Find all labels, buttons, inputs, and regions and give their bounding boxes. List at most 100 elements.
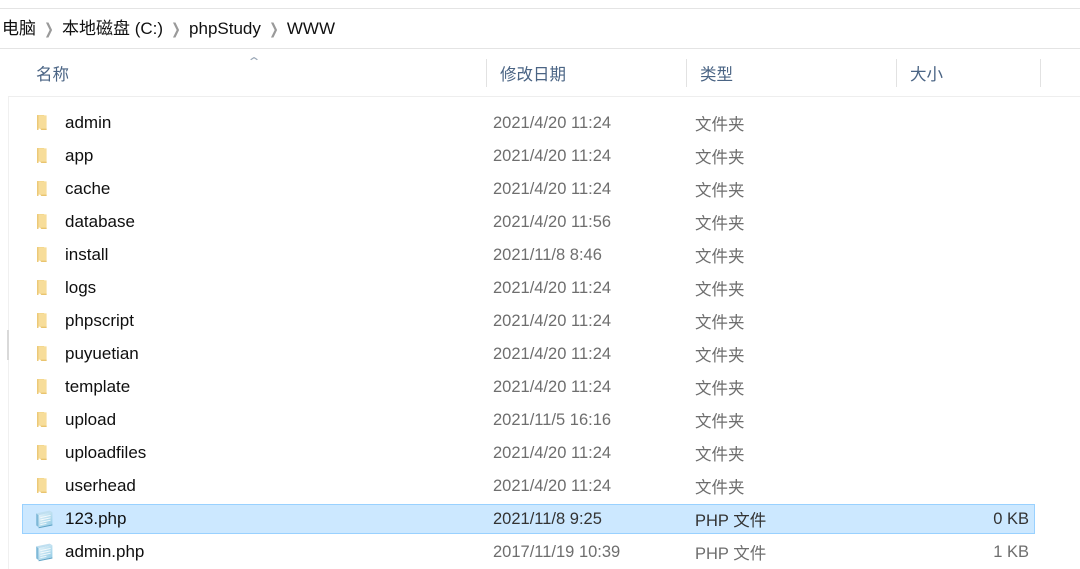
file-name-cell[interactable]: puyuetian [23, 340, 139, 368]
file-size-cell: 0 KB [993, 509, 1029, 528]
file-name-cell[interactable]: uploadfiles [23, 439, 146, 467]
file-size-cell: 1 KB [993, 542, 1029, 561]
file-name-cell[interactable]: admin [23, 109, 111, 137]
file-name-cell[interactable]: phpscript [23, 307, 134, 335]
breadcrumb[interactable]: 电脑 ❯ 本地磁盘 (C:) ❯ phpStudy ❯ WWW [0, 9, 1080, 48]
column-header-type[interactable]: 类型 [686, 49, 896, 97]
column-header-divider [8, 96, 1080, 97]
file-list-row[interactable]: cache 2021/4/20 11:24 文件夹 [22, 174, 1035, 204]
folder-icon [33, 343, 55, 365]
file-name-label: logs [65, 278, 97, 297]
file-list-row[interactable]: uploadfiles 2021/4/20 11:24 文件夹 [22, 438, 1035, 468]
file-date-cell: 2021/4/20 11:24 [493, 476, 612, 495]
file-date-cell: 2021/4/20 11:24 [493, 377, 612, 396]
file-name-cell[interactable]: admin.php [23, 538, 144, 566]
file-type-cell: 文件夹 [695, 215, 745, 233]
file-name-label: admin [65, 113, 112, 132]
file-date-cell: 2021/11/5 16:16 [493, 410, 612, 429]
file-name-cell[interactable]: database [23, 208, 135, 236]
breadcrumb-separator-icon: ❯ [269, 20, 279, 38]
file-type-cell: 文件夹 [695, 446, 745, 464]
file-type-cell: 文件夹 [695, 182, 745, 200]
breadcrumb-item-2[interactable]: 本地磁盘 (C:) [60, 18, 165, 39]
breadcrumb-item-1[interactable]: 电脑 [0, 18, 38, 39]
file-name-cell[interactable]: userhead [23, 472, 136, 500]
file-list-row[interactable]: admin 2021/4/20 11:24 文件夹 [22, 108, 1035, 138]
folder-icon [33, 442, 55, 464]
file-name-cell[interactable]: install [23, 241, 108, 269]
file-date-cell: 2021/11/8 8:46 [493, 245, 602, 264]
file-name-label: puyuetian [65, 344, 139, 363]
file-type-cell: 文件夹 [695, 149, 745, 167]
file-list-row[interactable]: install 2021/11/8 8:46 文件夹 [22, 240, 1035, 270]
folder-icon [33, 244, 55, 266]
file-name-cell[interactable]: template [23, 373, 130, 401]
file-list-row[interactable]: logs 2021/4/20 11:24 文件夹 [22, 273, 1035, 303]
file-list-row[interactable]: 123.php 2021/11/8 9:25 PHP 文件 0 KB [22, 504, 1035, 534]
file-name-label: upload [65, 410, 117, 429]
file-name-label: userhead [65, 476, 136, 495]
column-header-size[interactable]: 大小 [896, 49, 1040, 97]
file-name-label: 123.php [65, 509, 127, 528]
file-name-cell[interactable]: upload [23, 406, 116, 434]
file-name-label: database [65, 212, 135, 231]
folder-icon [33, 178, 55, 200]
file-list-row[interactable]: puyuetian 2021/4/20 11:24 文件夹 [22, 339, 1035, 369]
file-name-label: uploadfiles [65, 443, 147, 462]
column-header-date[interactable]: 修改日期 [486, 49, 686, 97]
file-date-cell: 2021/4/20 11:24 [493, 344, 612, 363]
file-type-cell: PHP 文件 [695, 545, 767, 563]
breadcrumb-item-3[interactable]: phpStudy [187, 18, 263, 39]
file-name-cell[interactable]: logs [23, 274, 96, 302]
file-date-cell: 2021/4/20 11:24 [493, 146, 612, 165]
file-type-cell: 文件夹 [695, 281, 745, 299]
file-type-cell: 文件夹 [695, 248, 745, 266]
folder-icon [33, 211, 55, 233]
file-date-cell: 2021/4/20 11:24 [493, 113, 612, 132]
file-date-cell: 2021/4/20 11:56 [493, 212, 612, 231]
folder-icon [33, 145, 55, 167]
folder-icon [33, 112, 55, 134]
file-list-row[interactable]: userhead 2021/4/20 11:24 文件夹 [22, 471, 1035, 501]
file-type-cell: 文件夹 [695, 413, 745, 431]
file-date-cell: 2021/4/20 11:24 [493, 278, 612, 297]
file-explorer-window: 电脑 ❯ 本地磁盘 (C:) ❯ phpStudy ❯ WWW 名称 ⌃ 修改日期 类型 大小 ad… [0, 0, 1080, 569]
breadcrumb-separator-icon: ❯ [171, 20, 181, 38]
folder-icon [33, 409, 55, 431]
breadcrumb-separator-icon: ❯ [44, 20, 54, 38]
file-name-label: template [65, 377, 131, 396]
file-date-cell: 2017/11/19 10:39 [493, 542, 621, 561]
breadcrumb-item-4[interactable]: WWW [285, 18, 337, 39]
column-header-label-type: 类型 [700, 66, 733, 84]
php-file-icon [33, 541, 55, 563]
column-header-label-date: 修改日期 [500, 66, 566, 84]
file-list-row[interactable]: admin.php 2017/11/19 10:39 PHP 文件 1 KB [22, 537, 1035, 567]
file-list-row[interactable]: app 2021/4/20 11:24 文件夹 [22, 141, 1035, 171]
column-header-row: 名称 ⌃ 修改日期 类型 大小 [8, 49, 1080, 97]
file-list-row[interactable]: template 2021/4/20 11:24 文件夹 [22, 372, 1035, 402]
column-header-label-size: 大小 [910, 66, 943, 84]
sort-ascending-icon: ⌃ [246, 55, 262, 69]
file-name-label: admin.php [65, 542, 145, 561]
file-type-cell: 文件夹 [695, 116, 745, 134]
php-file-icon [33, 508, 55, 530]
file-date-cell: 2021/4/20 11:24 [493, 311, 612, 330]
file-date-cell: 2021/4/20 11:24 [493, 179, 612, 198]
folder-icon [33, 310, 55, 332]
folder-icon [33, 376, 55, 398]
file-list-row[interactable]: database 2021/4/20 11:56 文件夹 [22, 207, 1035, 237]
file-date-cell: 2021/11/8 9:25 [493, 509, 602, 528]
file-list-row[interactable]: phpscript 2021/4/20 11:24 文件夹 [22, 306, 1035, 336]
column-divider-end[interactable] [1040, 59, 1041, 87]
file-list[interactable]: admin 2021/4/20 11:24 文件夹 app 2021/4/20 11:2… [0, 108, 1080, 569]
file-type-cell: 文件夹 [695, 314, 745, 332]
file-name-cell[interactable]: cache [23, 175, 110, 203]
file-name-label: cache [65, 179, 111, 198]
file-name-cell[interactable]: 123.php [23, 505, 126, 533]
file-name-label: phpscript [65, 311, 134, 330]
file-type-cell: 文件夹 [695, 479, 745, 497]
file-type-cell: PHP 文件 [695, 512, 767, 530]
file-name-cell[interactable]: app [23, 142, 93, 170]
file-list-row[interactable]: upload 2021/11/5 16:16 文件夹 [22, 405, 1035, 435]
column-header-label-name: 名称 [36, 66, 69, 84]
